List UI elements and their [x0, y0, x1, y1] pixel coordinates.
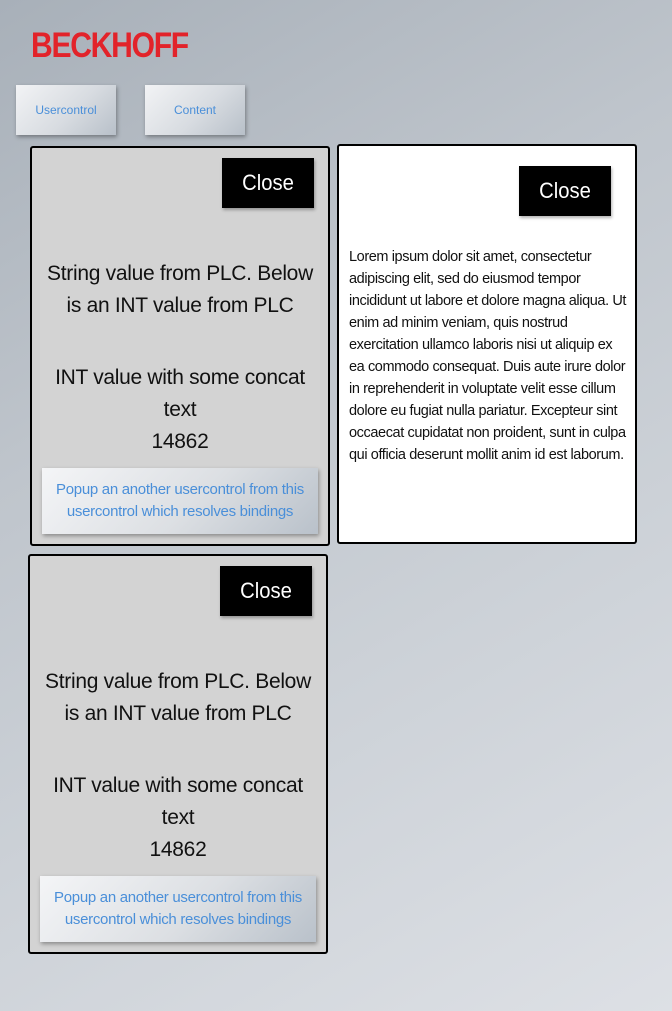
close-button[interactable]: Close	[220, 566, 312, 616]
content-panel: Close Lorem ipsum dolor sit amet, consec…	[337, 144, 637, 544]
int-value: 14862	[149, 838, 207, 861]
string-value-text: String value from PLC. Below is an INT v…	[47, 262, 313, 317]
int-value: 14862	[151, 430, 209, 453]
usercontrol-panel-1: Close String value from PLC. Below is an…	[30, 146, 330, 546]
int-label-text: INT value with some concat text	[55, 366, 305, 421]
content-button[interactable]: Content	[145, 85, 245, 135]
popup-usercontrol-button[interactable]: Popup an another usercontrol from this u…	[40, 876, 316, 942]
content-body-text: Lorem ipsum dolor sit amet, consectetur …	[349, 249, 627, 463]
close-button[interactable]: Close	[222, 158, 314, 208]
popup-usercontrol-button[interactable]: Popup an another usercontrol from this u…	[42, 468, 318, 534]
beckhoff-logo: BECKHOFF	[31, 26, 189, 65]
usercontrol-panel-2: Close String value from PLC. Below is an…	[28, 554, 328, 954]
usercontrol-button[interactable]: Usercontrol	[16, 85, 116, 135]
close-button[interactable]: Close	[519, 166, 611, 216]
string-value-text: String value from PLC. Below is an INT v…	[45, 670, 311, 725]
int-label-text: INT value with some concat text	[53, 774, 303, 829]
